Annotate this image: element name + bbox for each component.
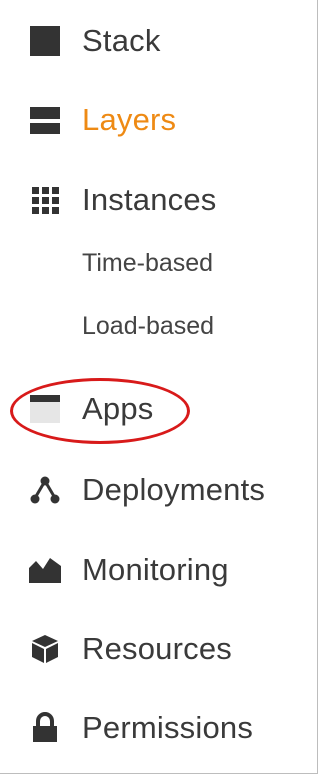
nav-item-label: Permissions (82, 710, 254, 745)
grid-icon (28, 183, 62, 217)
layers-icon (28, 103, 62, 137)
nav-subitem-load-based[interactable]: Load-based (82, 312, 214, 341)
nav-item-deployments[interactable]: Deployments (0, 468, 310, 512)
nav-item-label: Layers (82, 102, 177, 137)
cube-icon (28, 632, 62, 666)
nav-item-layers[interactable]: Layers (0, 98, 310, 142)
nav-subitem-time-based[interactable]: Time-based (82, 249, 213, 278)
nav-item-label: Stack (82, 23, 161, 58)
monitoring-icon (28, 553, 62, 587)
square-icon (28, 24, 62, 58)
nav-item-stack[interactable]: Stack (0, 19, 310, 63)
highlight-ring (10, 378, 190, 444)
lock-icon (28, 711, 62, 745)
nav-item-instances[interactable]: Instances (0, 178, 310, 222)
deployments-icon (28, 473, 62, 507)
nav-item-monitoring[interactable]: Monitoring (0, 548, 310, 592)
nav-item-label: Resources (82, 631, 232, 666)
nav-item-permissions[interactable]: Permissions (0, 706, 310, 750)
nav-item-label: Monitoring (82, 552, 229, 587)
nav-item-label: Deployments (82, 472, 266, 507)
nav-item-label: Instances (82, 182, 217, 217)
sidebar-nav: Stack Layers Instances Time-based Load-b… (0, 0, 318, 774)
nav-item-resources[interactable]: Resources (0, 627, 310, 671)
